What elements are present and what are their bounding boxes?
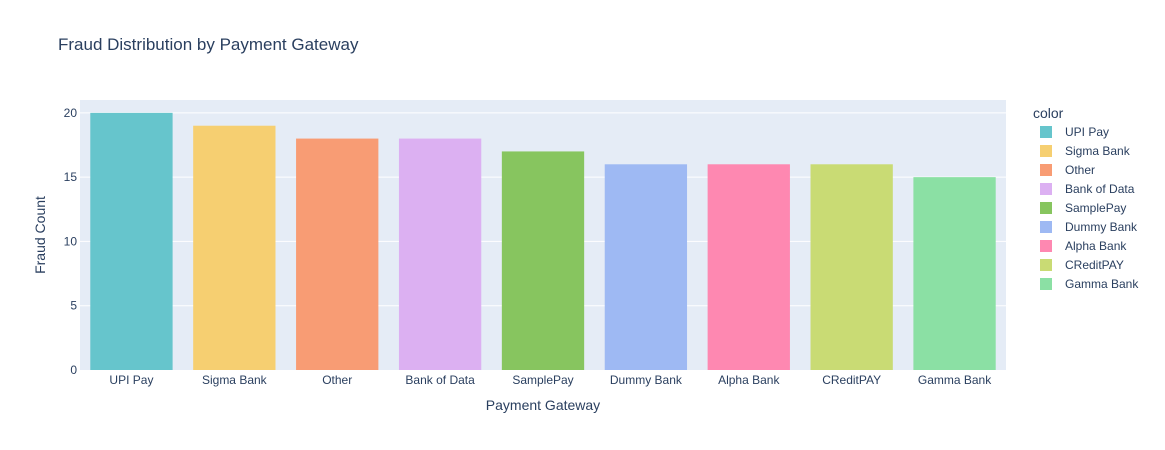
legend-label: Dummy Bank	[1065, 220, 1138, 234]
x-tick-label: Gamma Bank	[918, 373, 992, 387]
legend-swatch	[1040, 183, 1052, 195]
legend-swatch	[1040, 240, 1052, 252]
bar-other[interactable]	[296, 138, 379, 370]
y-tick-label: 5	[70, 299, 77, 313]
bar-sigma-bank[interactable]	[193, 125, 276, 370]
legend-item[interactable]: Gamma Bank	[1040, 277, 1139, 291]
legend-swatch	[1040, 259, 1052, 271]
y-tick-label: 20	[64, 106, 78, 120]
legend-label: Gamma Bank	[1065, 277, 1139, 291]
legend-item[interactable]: Alpha Bank	[1040, 239, 1127, 253]
legend-swatch	[1040, 126, 1052, 138]
y-axis-label: Fraud Count	[32, 196, 48, 274]
bar-gamma-bank[interactable]	[913, 177, 996, 370]
legend-swatch	[1040, 278, 1052, 290]
chart-title: Fraud Distribution by Payment Gateway	[58, 35, 359, 54]
legend: color UPI Pay Sigma Bank Other Bank of Data…	[1033, 105, 1139, 291]
y-axis-ticks: 0 5 10 15 20	[64, 106, 78, 377]
x-tick-label: Dummy Bank	[610, 373, 683, 387]
legend-swatch	[1040, 202, 1052, 214]
legend-swatch	[1040, 221, 1052, 233]
legend-label: SamplePay	[1065, 201, 1126, 215]
x-axis-label: Payment Gateway	[486, 397, 600, 413]
bar-upi-pay[interactable]	[90, 112, 173, 370]
legend-item[interactable]: UPI Pay	[1040, 125, 1109, 139]
legend-label: Other	[1065, 163, 1095, 177]
bar-dummy-bank[interactable]	[604, 164, 688, 370]
chart-canvas: Fraud Distribution by Payment Gateway 0 5…	[32, 35, 1139, 413]
legend-label: Bank of Data	[1065, 182, 1135, 196]
legend-label: Alpha Bank	[1065, 239, 1127, 253]
x-tick-label: Sigma Bank	[202, 373, 268, 387]
x-tick-label: Other	[322, 373, 352, 387]
legend-item[interactable]: Other	[1040, 163, 1095, 177]
bar-samplepay[interactable]	[501, 151, 585, 370]
legend-label: CReditPAY	[1065, 258, 1124, 272]
bar-alpha-bank[interactable]	[707, 164, 790, 370]
x-tick-label: SamplePay	[512, 373, 573, 387]
legend-swatch	[1040, 145, 1052, 157]
x-tick-label: Alpha Bank	[718, 373, 780, 387]
legend-swatch	[1040, 164, 1052, 176]
bar-bank-of-data[interactable]	[398, 138, 482, 370]
legend-items: UPI Pay Sigma Bank Other Bank of Data Sample…	[1040, 125, 1139, 291]
legend-label: UPI Pay	[1065, 125, 1109, 139]
legend-item[interactable]: Bank of Data	[1040, 182, 1135, 196]
bar-creditpay[interactable]	[810, 164, 893, 370]
legend-item[interactable]: SamplePay	[1040, 201, 1126, 215]
y-tick-label: 15	[64, 170, 78, 184]
legend-item[interactable]: CReditPAY	[1040, 258, 1124, 272]
x-axis-ticks: UPI Pay Sigma Bank Other Bank of Data Sample…	[109, 373, 992, 387]
y-tick-label: 0	[70, 363, 77, 377]
legend-item[interactable]: Dummy Bank	[1040, 220, 1138, 234]
x-tick-label: UPI Pay	[109, 373, 153, 387]
legend-label: Sigma Bank	[1065, 144, 1131, 158]
x-tick-label: CReditPAY	[822, 373, 881, 387]
x-tick-label: Bank of Data	[405, 373, 475, 387]
y-tick-label: 10	[64, 234, 78, 248]
legend-title: color	[1033, 105, 1064, 121]
legend-item[interactable]: Sigma Bank	[1040, 144, 1131, 158]
